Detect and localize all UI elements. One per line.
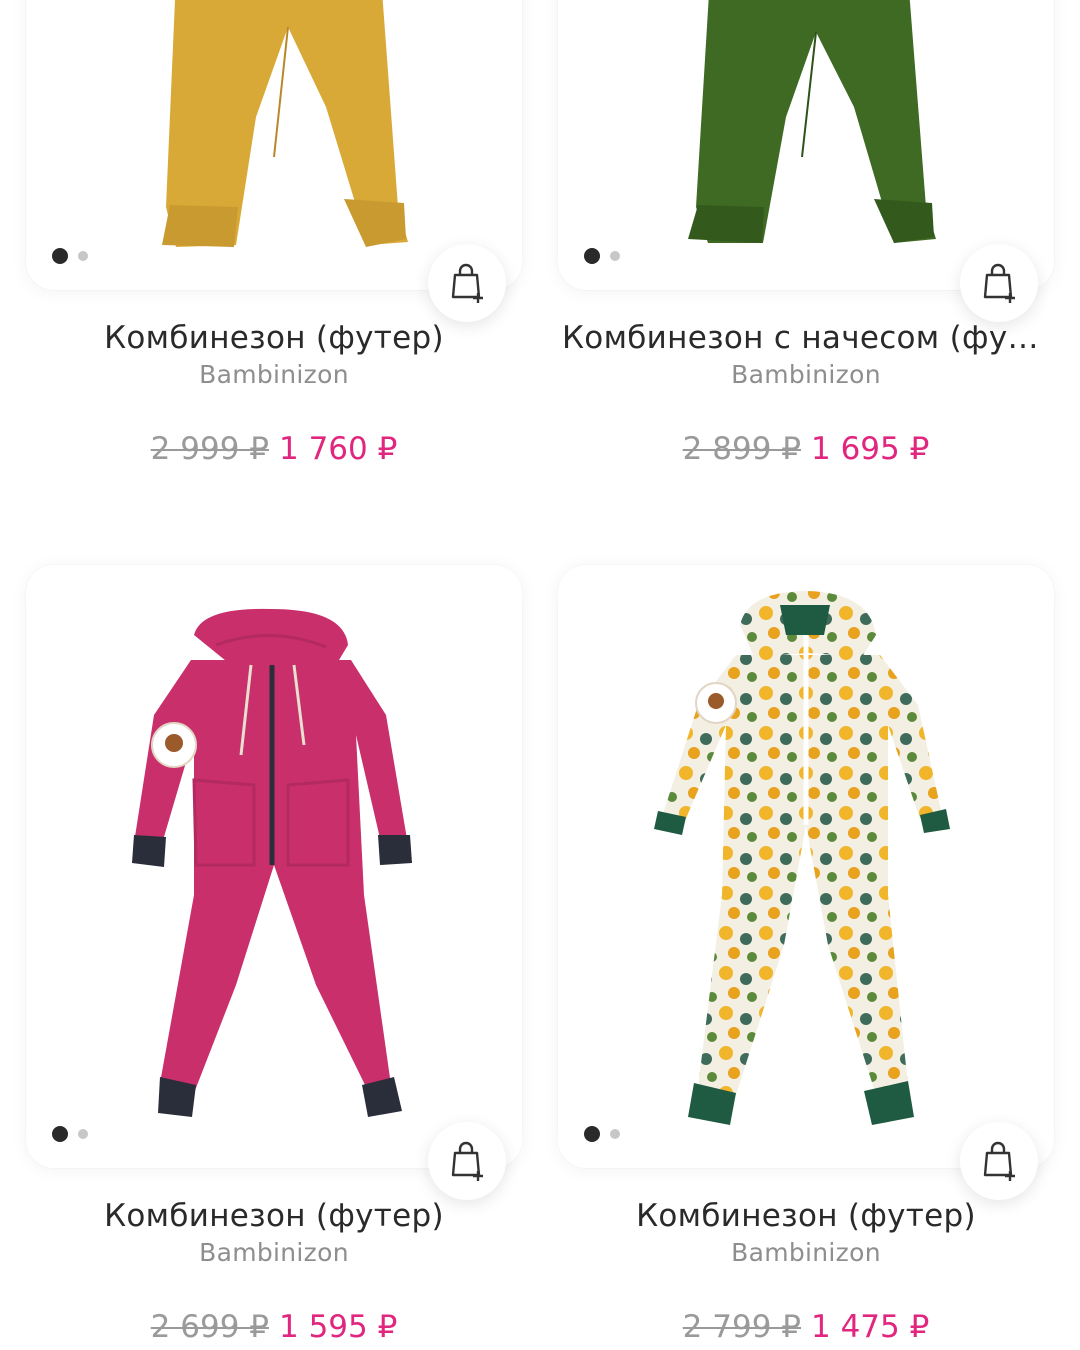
shopping-bag-plus-icon	[451, 263, 483, 303]
pagination-dot[interactable]	[78, 251, 88, 261]
product-price: 2 999 ₽ 1 760 ₽	[26, 431, 522, 467]
pagination-dot-active[interactable]	[52, 1126, 68, 1142]
pagination-dot-active[interactable]	[52, 248, 68, 264]
shopping-bag-plus-icon	[983, 263, 1015, 303]
product-photo[interactable]	[558, 0, 1054, 322]
product-brand: Bambinizon	[199, 1238, 349, 1267]
old-price: 2 699 ₽	[150, 1309, 269, 1345]
image-pagination[interactable]	[52, 1126, 88, 1142]
add-to-cart-button[interactable]	[960, 1122, 1038, 1200]
pagination-dot-active[interactable]	[584, 248, 600, 264]
product-photo[interactable]	[26, 565, 522, 1200]
image-pagination[interactable]	[584, 248, 620, 264]
sale-price: 1 695 ₽	[811, 431, 930, 467]
product-title[interactable]: Комбинезон (футер)	[558, 1198, 1054, 1234]
pagination-dot[interactable]	[610, 251, 620, 261]
product-photo[interactable]	[558, 565, 1054, 1200]
old-price: 2 799 ₽	[682, 1309, 801, 1345]
pagination-dot[interactable]	[78, 1129, 88, 1139]
shopping-bag-plus-icon	[451, 1141, 483, 1181]
product-title[interactable]: Комбинезон (футер)	[26, 320, 522, 356]
pagination-dot[interactable]	[610, 1129, 620, 1139]
sale-price: 1 595 ₽	[279, 1309, 398, 1345]
image-pagination[interactable]	[52, 248, 88, 264]
sale-price: 1 760 ₽	[279, 431, 398, 467]
sale-price: 1 475 ₽	[811, 1309, 930, 1345]
product-card[interactable]: Комбинезон с начесом (фут… Bambinizon 2 …	[558, 0, 1054, 467]
add-to-cart-button[interactable]	[428, 244, 506, 322]
add-to-cart-button[interactable]	[428, 1122, 506, 1200]
product-title[interactable]: Комбинезон (футер)	[26, 1198, 522, 1234]
pink-jumpsuit-image	[132, 608, 412, 1117]
mustard-pants-image	[162, 0, 408, 247]
product-brand: Bambinizon	[731, 1238, 881, 1267]
product-price: 2 899 ₽ 1 695 ₽	[558, 431, 1054, 467]
shopping-bag-plus-icon	[983, 1141, 1015, 1181]
product-brand: Bambinizon	[199, 360, 349, 389]
pagination-dot-active[interactable]	[584, 1126, 600, 1142]
add-to-cart-button[interactable]	[960, 244, 1038, 322]
product-brand: Bambinizon	[731, 360, 881, 389]
product-price: 2 699 ₽ 1 595 ₽	[26, 1309, 522, 1345]
product-card[interactable]: Комбинезон (футер) Bambinizon 2 699 ₽ 1 5…	[26, 565, 522, 1345]
product-price: 2 799 ₽ 1 475 ₽	[558, 1309, 1054, 1345]
green-pants-image	[688, 0, 936, 243]
product-title[interactable]: Комбинезон с начесом (фут…	[558, 320, 1054, 356]
floral-jumpsuit-image	[654, 591, 950, 1125]
product-card[interactable]: Комбинезон (футер) Bambinizon 2 999 ₽ 1 7…	[26, 0, 522, 467]
product-photo[interactable]	[26, 0, 522, 322]
old-price: 2 899 ₽	[682, 431, 801, 467]
old-price: 2 999 ₽	[150, 431, 269, 467]
image-pagination[interactable]	[584, 1126, 620, 1142]
product-card[interactable]: Комбинезон (футер) Bambinizon 2 799 ₽ 1 4…	[558, 565, 1054, 1345]
